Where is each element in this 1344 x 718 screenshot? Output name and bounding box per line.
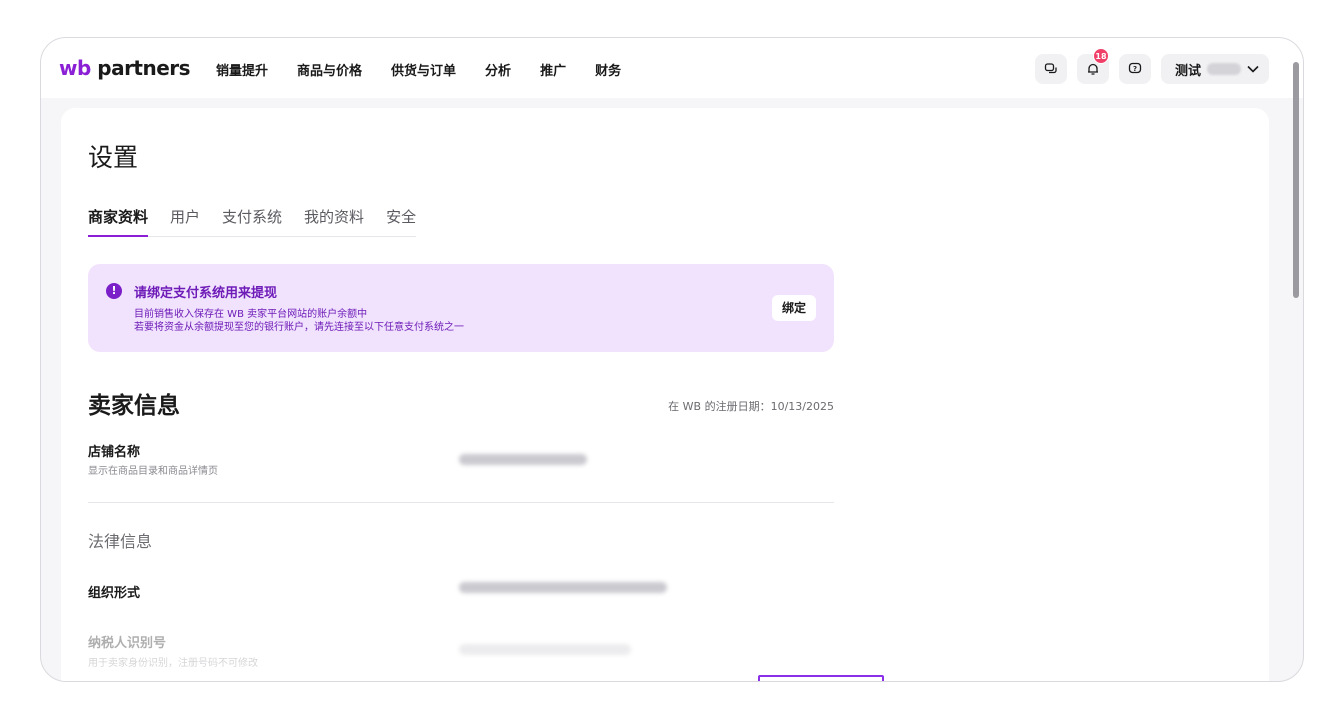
user-name-redacted xyxy=(1207,63,1242,75)
notifications-button[interactable]: 18 xyxy=(1077,48,1109,84)
payment-alert: ! 请绑定支付系统用来提现 目前销售收入保存在 WB 卖家平台网站的账户余额中 … xyxy=(88,264,834,352)
top-bar: wb partners 销量提升 商品与价格 供货与订单 分析 推广 财务 18… xyxy=(41,38,1303,98)
main-nav: 销量提升 商品与价格 供货与订单 分析 推广 财务 xyxy=(216,60,650,79)
tab-my-profile[interactable]: 我的资料 xyxy=(304,206,364,236)
nav-item-analytics[interactable]: 分析 xyxy=(485,60,511,79)
org-form-label: 组织形式 xyxy=(88,586,141,601)
header-actions: 18 ? 测试 xyxy=(1025,48,1269,84)
wb-partners-logo[interactable]: wb partners xyxy=(59,56,191,80)
scrollbar[interactable] xyxy=(1293,62,1299,298)
settings-tabs: 商家资料 用户 支付系统 我的资料 安全 xyxy=(88,206,417,237)
tab-merchant-profile[interactable]: 商家资料 xyxy=(88,206,149,237)
store-name-hint: 显示在商品目录和商品详情页 xyxy=(88,466,218,477)
user-menu[interactable]: 测试 xyxy=(1161,54,1269,84)
user-name: 测试 xyxy=(1175,63,1202,79)
tax-id-label: 纳税人识别号 xyxy=(88,636,167,651)
chat-button[interactable] xyxy=(1035,54,1067,84)
nav-item-products-prices[interactable]: 商品与价格 xyxy=(297,60,362,79)
nav-item-promotion[interactable]: 推广 xyxy=(540,60,566,79)
chevron-down-icon xyxy=(1247,65,1259,73)
support-button[interactable]: ? xyxy=(1119,54,1151,84)
bind-button[interactable]: 绑定 xyxy=(772,295,816,321)
tab-payment-systems[interactable]: 支付系统 xyxy=(222,206,282,236)
org-form-value xyxy=(459,582,667,593)
legal-info-title: 法律信息 xyxy=(88,532,153,551)
tab-security[interactable]: 安全 xyxy=(386,206,416,236)
edit-highlight-frame xyxy=(758,675,884,681)
svg-text:?: ? xyxy=(1133,65,1137,73)
nav-item-finance[interactable]: 财务 xyxy=(595,60,621,79)
page-title: 设置 xyxy=(88,143,139,172)
notification-badge: 18 xyxy=(1093,48,1109,64)
tab-users[interactable]: 用户 xyxy=(170,206,200,236)
store-name-label: 店铺名称 xyxy=(88,445,141,460)
divider xyxy=(88,502,834,503)
browser-frame: wb partners 销量提升 商品与价格 供货与订单 分析 推广 财务 18… xyxy=(40,37,1304,682)
tax-id-value xyxy=(459,644,631,655)
nav-item-sales-growth[interactable]: 销量提升 xyxy=(216,60,268,79)
bell-icon xyxy=(1088,63,1098,75)
registration-date: 在 WB 的注册日期：10/13/2025 xyxy=(668,400,834,413)
nav-item-supply-orders[interactable]: 供货与订单 xyxy=(391,60,456,79)
seller-info-title: 卖家信息 xyxy=(88,393,180,419)
store-name-value xyxy=(459,454,587,465)
tax-id-hint: 用于卖家身份识别，注册号码不可修改 xyxy=(88,658,258,669)
chat-icon xyxy=(1044,63,1057,74)
alert-text-line2: 若要将资金从余额提现至您的银行账户，请先连接至以下任意支付系统之一 xyxy=(134,322,464,333)
info-icon: ! xyxy=(106,283,122,299)
settings-card: 设置 商家资料 用户 支付系统 我的资料 安全 ! 请绑定支付系统用来提现 目前… xyxy=(61,108,1269,681)
alert-title: 请绑定支付系统用来提现 xyxy=(134,286,278,301)
help-chat-icon: ? xyxy=(1128,62,1142,74)
